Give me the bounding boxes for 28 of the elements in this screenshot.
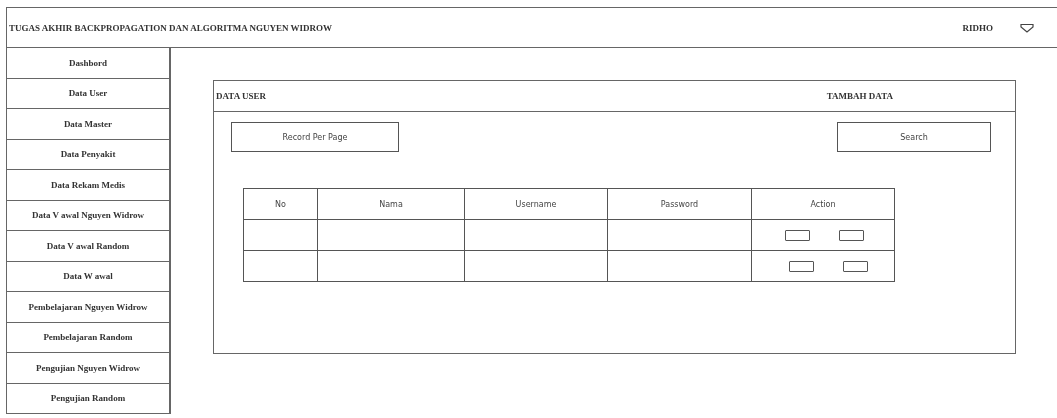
add-data-link[interactable]: TAMBAH DATA: [826, 91, 893, 101]
user-name: RIDHO: [962, 22, 993, 33]
record-per-page-button[interactable]: Record Per Page: [231, 122, 399, 152]
column-header: No: [243, 188, 318, 220]
column-header: Nama: [317, 188, 465, 220]
action-button[interactable]: [784, 229, 810, 241]
column-header: Password: [607, 188, 752, 220]
sidebar-item[interactable]: Pengujian Random: [6, 383, 169, 414]
sidebar-item[interactable]: Pembelajaran Nguyen Widrow: [6, 292, 169, 323]
sidebar-item[interactable]: Dashbord: [6, 48, 169, 79]
sidebar-item[interactable]: Data V awal Random: [6, 231, 169, 262]
sidebar-item[interactable]: Data Penyakit: [6, 139, 169, 170]
sidebar-item[interactable]: Data Master: [6, 109, 169, 140]
sidebar-item[interactable]: Pengujian Nguyen Widrow: [6, 353, 169, 384]
sidebar-item[interactable]: Data W awal: [6, 261, 169, 292]
sidebar-item[interactable]: Data V awal Nguyen Widrow: [6, 200, 169, 231]
action-button[interactable]: [838, 229, 864, 241]
action-button[interactable]: [788, 260, 814, 272]
sidebar-item[interactable]: Data Rekam Medis: [6, 170, 169, 201]
shield-icon[interactable]: [1020, 22, 1034, 33]
action-button[interactable]: [842, 260, 868, 272]
sidebar-item[interactable]: Pembelajaran Random: [6, 322, 169, 353]
app-title: TUGAS AKHIR BACKPROPAGATION DAN ALGORITMA NGUYEN WIDROW: [9, 22, 334, 33]
column-header: Action: [751, 188, 895, 220]
panel-title: DATA USER: [216, 91, 267, 101]
sidebar-item[interactable]: Data User: [6, 78, 169, 109]
column-header: Username: [464, 188, 608, 220]
search-field[interactable]: Search: [837, 122, 991, 152]
